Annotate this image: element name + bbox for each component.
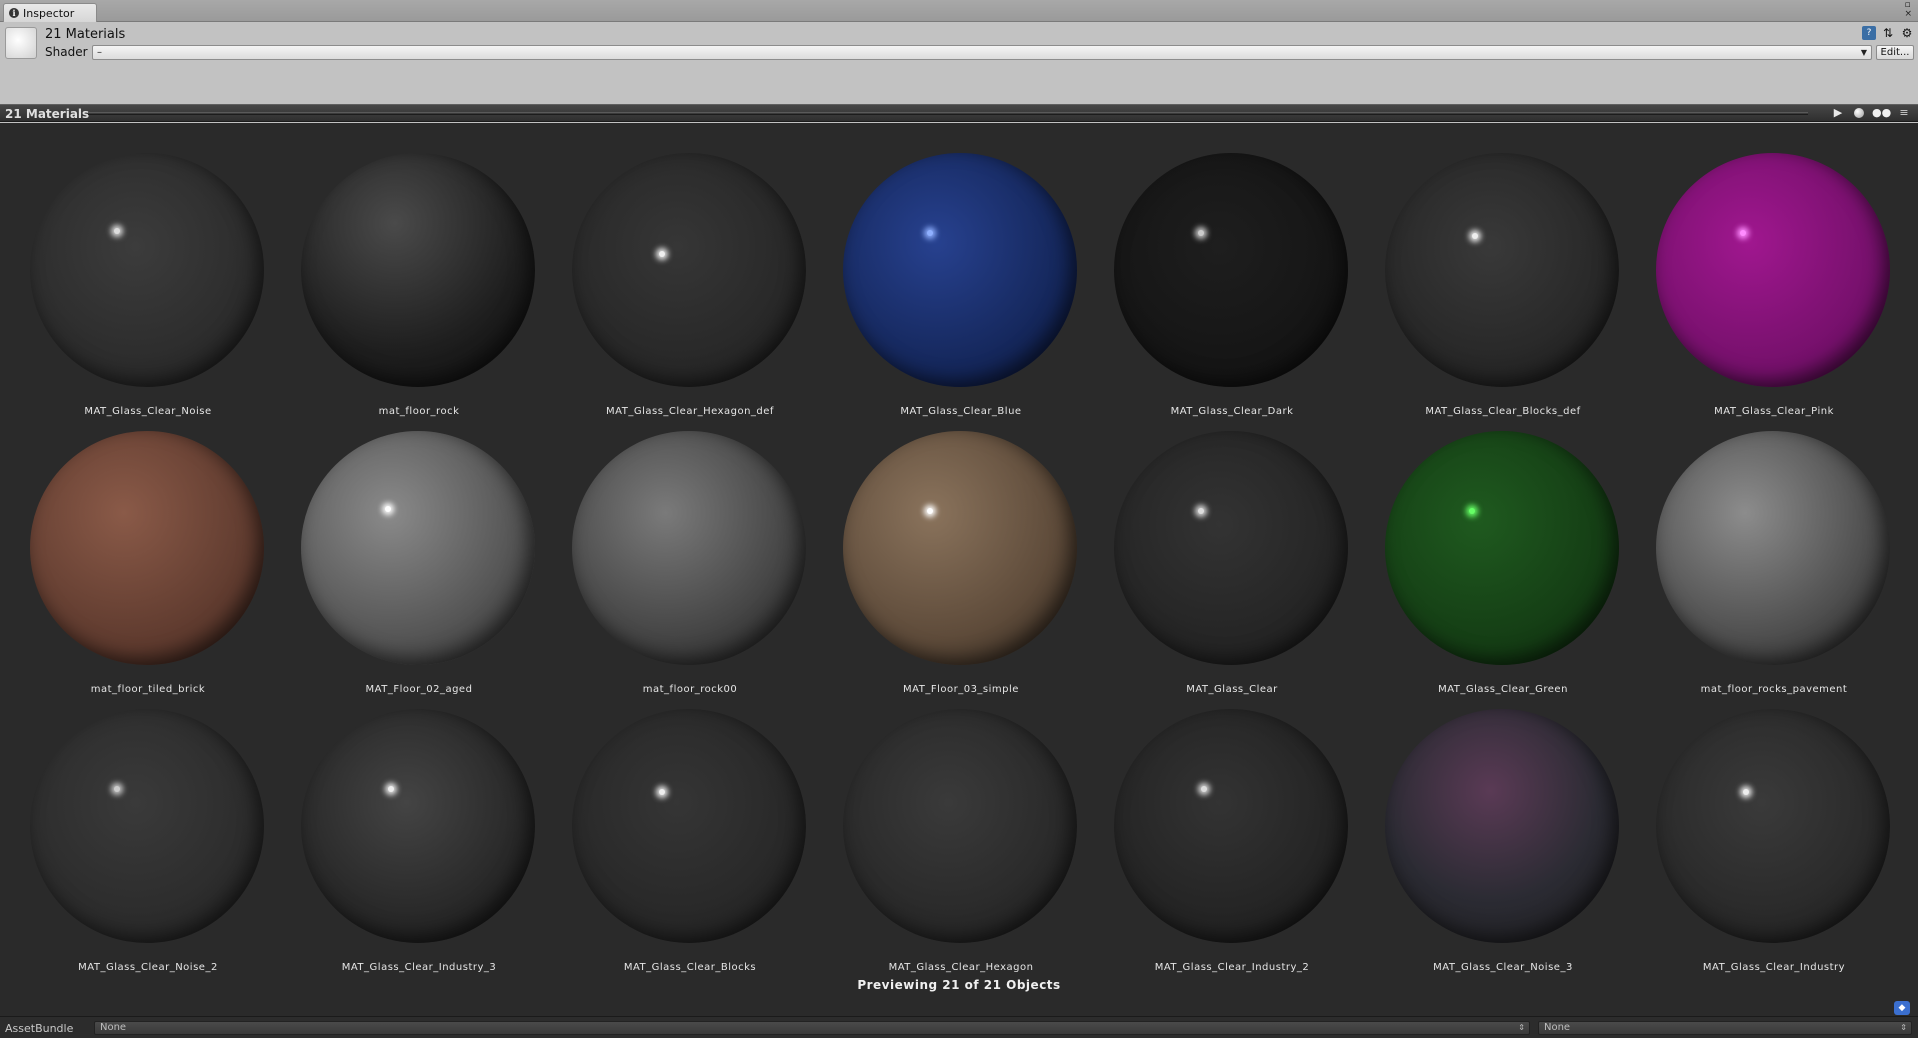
material-tile[interactable]: MAT_Glass_Clear_Pink bbox=[1626, 123, 1897, 417]
material-tile[interactable]: mat_floor_rock00 bbox=[542, 401, 813, 695]
assetbundle-name-value: None bbox=[100, 1022, 127, 1033]
header-icons: ? ⇅ ⚙ bbox=[1862, 26, 1914, 40]
assetbundle-bar: AssetBundle None ⇕ None ⇕ bbox=[0, 1016, 1918, 1038]
material-preview-area: MAT_Glass_Clear_Noise mat_floor_rock MAT_G… bbox=[0, 123, 1918, 1016]
material-tile[interactable]: MAT_Glass_Clear_Green bbox=[1355, 401, 1626, 695]
shader-dropdown[interactable]: – ▼ bbox=[92, 45, 1872, 60]
edit-shader-button[interactable]: Edit... bbox=[1876, 45, 1914, 60]
shader-label: Shader bbox=[45, 45, 88, 59]
preview-sphere-icon[interactable] bbox=[1854, 108, 1864, 118]
material-preview-sphere bbox=[1656, 153, 1890, 387]
assetbundle-label: AssetBundle bbox=[5, 1022, 74, 1035]
material-preview-sphere bbox=[30, 431, 264, 665]
help-book-icon[interactable]: ? bbox=[1862, 26, 1876, 40]
material-name: MAT_Glass_Clear_Industry_3 bbox=[341, 962, 497, 973]
material-preview-sphere bbox=[1114, 431, 1348, 665]
material-name: MAT_Glass_Clear_Blocks bbox=[623, 962, 757, 973]
material-tile[interactable]: mat_floor_tiled_brick bbox=[0, 401, 271, 695]
preview-controls: ▶ ●● ≡ bbox=[1830, 106, 1912, 120]
tab-inspector-label: Inspector bbox=[23, 6, 75, 20]
assetbundle-variant-value: None bbox=[1544, 1022, 1571, 1033]
preview-toolbar: 21 Materials ▶ ●● ≡ bbox=[0, 104, 1918, 122]
tab-strip: i Inspector ▫ × bbox=[0, 0, 1918, 22]
updown-arrow-icon: ⇕ bbox=[1518, 1023, 1525, 1032]
material-tile[interactable]: MAT_Glass_Clear_Industry_3 bbox=[271, 679, 542, 973]
close-icon[interactable]: × bbox=[1904, 10, 1912, 19]
material-tile[interactable]: MAT_Glass_Clear_Industry bbox=[1626, 679, 1897, 973]
material-name: MAT_Glass_Clear_Noise_2 bbox=[78, 962, 218, 973]
material-name: MAT_Glass_Clear_Industry bbox=[1702, 962, 1846, 973]
material-preview-sphere bbox=[843, 431, 1077, 665]
material-preview-sphere bbox=[301, 153, 535, 387]
material-tile[interactable]: MAT_Floor_02_aged bbox=[271, 401, 542, 695]
material-preview-sphere bbox=[301, 709, 535, 943]
inspector-title: 21 Materials bbox=[45, 27, 126, 42]
material-tile[interactable]: MAT_Glass_Clear_Blue bbox=[813, 123, 1084, 417]
material-preview-sphere bbox=[1385, 153, 1619, 387]
material-name: MAT_Glass_Clear_Hexagon bbox=[888, 962, 1034, 973]
material-tile[interactable]: MAT_Glass_Clear_Noise bbox=[0, 123, 271, 417]
specular-highlight bbox=[1200, 786, 1207, 793]
shader-value: – bbox=[97, 47, 102, 58]
specular-highlight bbox=[1742, 788, 1749, 795]
preview-lights-icon[interactable]: ●● bbox=[1872, 106, 1891, 120]
material-preview-sphere bbox=[572, 431, 806, 665]
material-tile[interactable]: MAT_Glass_Clear_Blocks_def bbox=[1355, 123, 1626, 417]
assetbundle-name-dropdown[interactable]: None ⇕ bbox=[94, 1021, 1530, 1035]
material-tile[interactable]: mat_floor_rock bbox=[271, 123, 542, 417]
tag-icon[interactable]: ◆ bbox=[1894, 1001, 1910, 1015]
info-icon: i bbox=[9, 8, 19, 18]
preset-sliders-icon[interactable]: ⇅ bbox=[1881, 26, 1895, 40]
assetbundle-variant-dropdown[interactable]: None ⇕ bbox=[1538, 1021, 1912, 1035]
material-preview-sphere bbox=[1656, 431, 1890, 665]
previewing-status: Previewing 21 of 21 Objects bbox=[857, 978, 1061, 992]
material-preview-sphere bbox=[1114, 709, 1348, 943]
material-preview-sphere bbox=[30, 153, 264, 387]
material-tile[interactable]: MAT_Glass_Clear_Blocks bbox=[542, 679, 813, 973]
material-preview-sphere bbox=[1656, 709, 1890, 943]
specular-highlight bbox=[658, 788, 665, 795]
material-name: MAT_Glass_Clear_Noise_3 bbox=[1433, 962, 1573, 973]
material-tile[interactable]: MAT_Glass_Clear_Noise_3 bbox=[1355, 679, 1626, 973]
material-tile[interactable]: MAT_Glass_Clear_Dark bbox=[1084, 123, 1355, 417]
play-icon[interactable]: ▶ bbox=[1830, 106, 1846, 120]
preview-title: 21 Materials bbox=[5, 107, 90, 121]
specular-highlight bbox=[658, 251, 665, 258]
material-preview-sphere bbox=[572, 153, 806, 387]
specular-highlight bbox=[387, 786, 394, 793]
tab-inspector[interactable]: i Inspector bbox=[3, 3, 97, 22]
window-controls: ▫ × bbox=[1904, 1, 1912, 19]
material-tile[interactable]: MAT_Glass_Clear_Industry_2 bbox=[1084, 679, 1355, 973]
material-tile[interactable]: mat_floor_rocks_pavement bbox=[1626, 401, 1897, 695]
dropdown-arrow-icon: ▼ bbox=[1860, 48, 1867, 57]
gear-icon[interactable]: ⚙ bbox=[1900, 26, 1914, 40]
material-preview-sphere bbox=[843, 709, 1077, 943]
material-tile[interactable]: MAT_Glass_Clear_Hexagon bbox=[813, 679, 1084, 973]
material-preview-sphere bbox=[572, 709, 806, 943]
material-thumbnail bbox=[5, 27, 37, 59]
updown-arrow-icon: ⇕ bbox=[1900, 1023, 1907, 1032]
specular-highlight bbox=[1471, 232, 1478, 239]
material-grid: MAT_Glass_Clear_Noise mat_floor_rock MAT_G… bbox=[0, 123, 1918, 973]
preview-drag-bar[interactable] bbox=[88, 112, 1808, 115]
material-preview-sphere bbox=[30, 709, 264, 943]
preview-menu-icon[interactable]: ≡ bbox=[1896, 106, 1912, 120]
material-tile[interactable]: MAT_Glass_Clear_Hexagon_def bbox=[542, 123, 813, 417]
material-preview-sphere bbox=[1385, 431, 1619, 665]
material-name: MAT_Glass_Clear_Industry_2 bbox=[1154, 962, 1310, 973]
material-preview-sphere bbox=[301, 431, 535, 665]
material-tile[interactable]: MAT_Floor_03_simple bbox=[813, 401, 1084, 695]
material-tile[interactable]: MAT_Glass_Clear bbox=[1084, 401, 1355, 695]
material-preview-sphere bbox=[1385, 709, 1619, 943]
material-tile[interactable]: MAT_Glass_Clear_Noise_2 bbox=[0, 679, 271, 973]
material-preview-sphere bbox=[843, 153, 1077, 387]
inspector-header: 21 Materials Shader – ▼ Edit... ? ⇅ ⚙ bbox=[0, 23, 1918, 103]
material-preview-sphere bbox=[1114, 153, 1348, 387]
